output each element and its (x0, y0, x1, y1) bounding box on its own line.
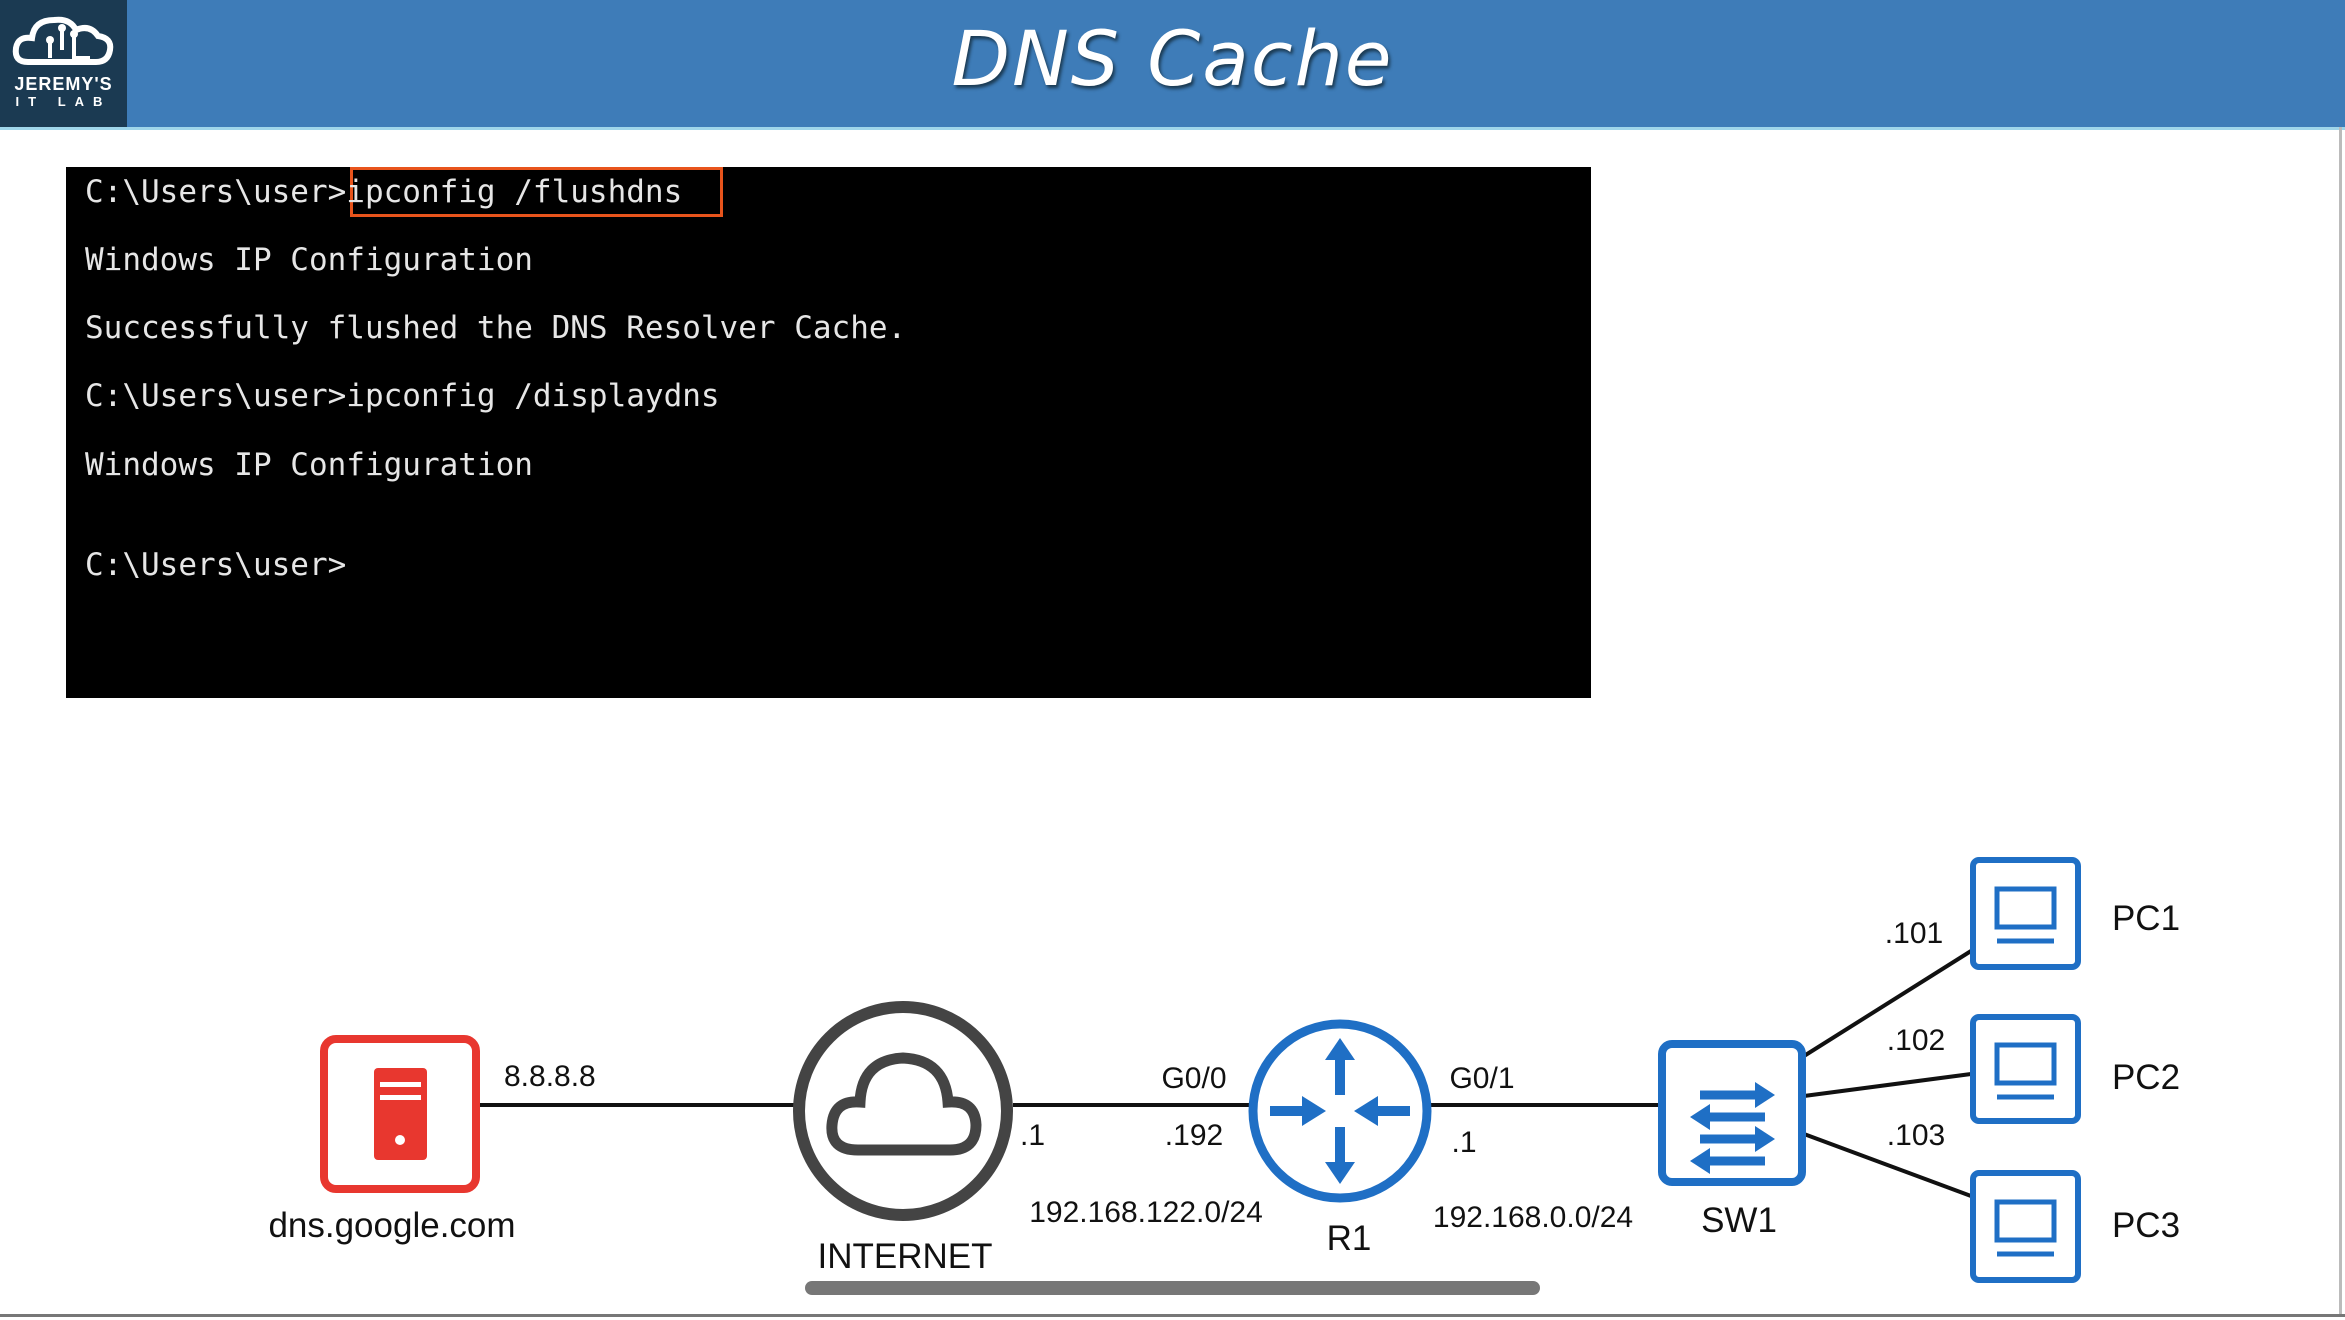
r1-g00-label: G0/0 (1161, 1062, 1226, 1095)
sw1-label: SW1 (1701, 1201, 1777, 1240)
internet-ip-label: .1 (1020, 1119, 1045, 1152)
pc1-label: PC1 (2112, 899, 2180, 938)
switch-icon (1658, 1040, 1806, 1186)
network-diagram: 8.8.8.8 dns.google.com INTERNET .1 G0/0 … (268, 857, 2180, 1283)
pc3-ip-label: .103 (1887, 1119, 1945, 1152)
pc1-ip-label: .101 (1885, 917, 1943, 950)
pc2-ip-label: .102 (1887, 1024, 1945, 1057)
dns-server-icon (320, 1035, 480, 1193)
horizontal-scrollbar[interactable] (805, 1281, 1540, 1295)
slide-right-border (2339, 127, 2342, 1317)
r1-g00-ip-label: .192 (1165, 1119, 1223, 1152)
slide-bottom-border (0, 1314, 2345, 1317)
pc3-label: PC3 (2112, 1206, 2180, 1245)
r1-g01-ip-label: .1 (1451, 1126, 1476, 1159)
pc2-label: PC2 (2112, 1058, 2180, 1097)
r1-g01-label: G0/1 (1449, 1062, 1514, 1095)
subnet-0-label: 192.168.0.0/24 (1433, 1201, 1633, 1234)
dns-ip-label: 8.8.8.8 (504, 1060, 596, 1093)
router-icon (1248, 1019, 1432, 1203)
r1-label: R1 (1327, 1219, 1372, 1258)
pc3-icon (1970, 1170, 2081, 1283)
subnet-122-label: 192.168.122.0/24 (1029, 1196, 1263, 1229)
internet-label: INTERNET (818, 1237, 993, 1276)
pc2-icon (1970, 1014, 2081, 1124)
link-sw1-pc2 (1803, 1072, 1972, 1098)
pc1-icon (1970, 857, 2081, 970)
internet-cloud-icon (793, 1001, 1013, 1221)
dns-server-label: dns.google.com (268, 1206, 515, 1245)
